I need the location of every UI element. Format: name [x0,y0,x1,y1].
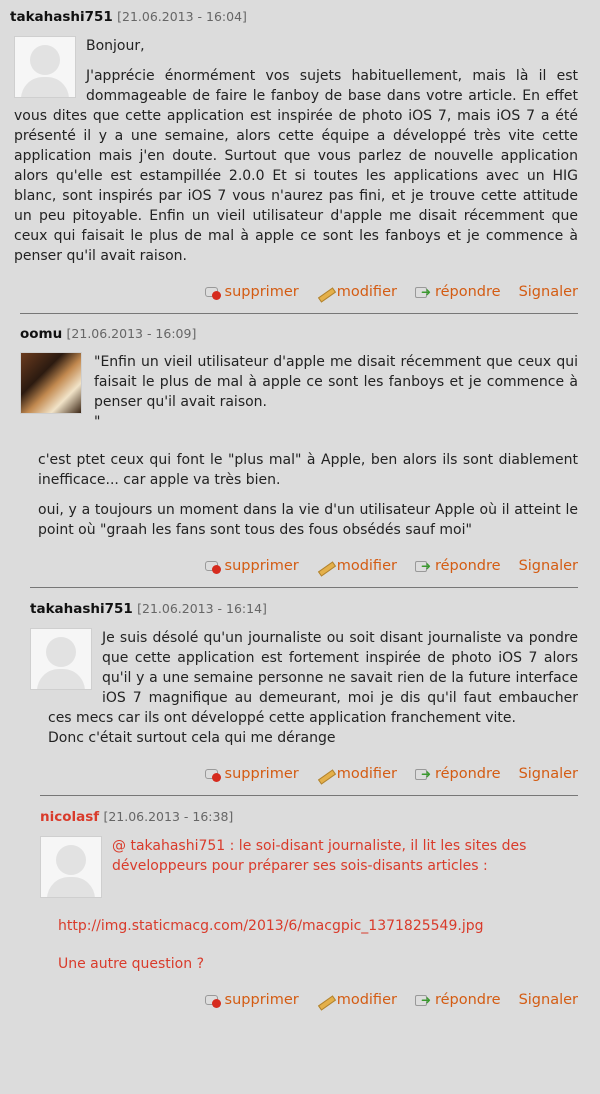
comment-body: Bonjour, J'apprécie énormément vos sujet… [10,36,578,266]
comment-paragraph: "Enfin un vieil utilisateur d'apple me d… [94,354,578,430]
comment-header: takahashi751 [21.06.2013 - 16:04] [10,8,578,26]
comment: oomu [21.06.2013 - 16:09] "Enfin un viei… [0,314,600,574]
reply-button[interactable]: répondre [414,558,501,574]
reply-arrow-icon [414,993,432,1008]
comment-header: takahashi751 [21.06.2013 - 16:14] [30,600,578,618]
edit-button[interactable]: modifier [317,558,397,574]
comment-header: oomu [21.06.2013 - 16:09] [20,325,578,343]
delete-icon [204,767,222,782]
comment-paragraph: oui, y a toujours un moment dans la vie … [38,502,578,538]
delete-icon [204,993,222,1008]
comment-author[interactable]: oomu [20,326,62,342]
delete-button[interactable]: supprimer [204,558,299,574]
reply-button[interactable]: répondre [414,284,501,300]
report-button[interactable]: Signaler [519,992,578,1008]
edit-button[interactable]: modifier [317,284,397,300]
comment: takahashi751 [21.06.2013 - 16:04] Bonjou… [0,0,600,300]
reply-arrow-icon [414,767,432,782]
pencil-icon [317,993,334,1008]
comment-link[interactable]: http://img.staticmacg.com/2013/6/macgpic… [40,916,578,936]
avatar [14,36,76,98]
delete-button[interactable]: supprimer [204,766,299,782]
avatar [30,628,92,690]
comment-paragraph: Une autre question ? [58,956,205,972]
reply-arrow-icon [414,559,432,574]
reply-button[interactable]: répondre [414,766,501,782]
edit-button[interactable]: modifier [317,766,397,782]
report-button[interactable]: Signaler [519,284,578,300]
comment-paragraph: @ takahashi751 : le soi-disant journalis… [112,838,527,874]
pencil-icon [317,767,334,782]
reply-button[interactable]: répondre [414,992,501,1008]
comment-date: [21.06.2013 - 16:38] [103,809,234,824]
comment-paragraph: Bonjour, [86,38,145,54]
comment-body: @ takahashi751 : le soi-disant journalis… [40,836,578,974]
delete-button[interactable]: supprimer [204,992,299,1008]
delete-icon [204,285,222,300]
comment-date: [21.06.2013 - 16:09] [66,326,197,341]
comment-body: Je suis désolé qu'un journaliste ou soit… [30,628,578,748]
edit-button[interactable]: modifier [317,992,397,1008]
avatar [40,836,102,898]
pencil-icon [317,285,334,300]
comment: nicolasf [21.06.2013 - 16:38] @ takahash… [0,796,600,1008]
avatar [20,352,82,414]
comment-header: nicolasf [21.06.2013 - 16:38] [40,808,578,826]
delete-button[interactable]: supprimer [204,284,299,300]
comment-paragraph: J'apprécie énormément vos sujets habitue… [14,68,578,264]
comment-actions: supprimer modifier répondre Signaler [10,284,578,300]
report-button[interactable]: Signaler [519,766,578,782]
pencil-icon [317,559,334,574]
comment-author[interactable]: takahashi751 [30,601,133,617]
comment-date: [21.06.2013 - 16:14] [137,601,267,616]
report-button[interactable]: Signaler [519,558,578,574]
comment-actions: supprimer modifier répondre Signaler [30,766,578,782]
comment-actions: supprimer modifier répondre Signaler [20,558,578,574]
comment-author[interactable]: nicolasf [40,809,99,825]
comment-actions: supprimer modifier répondre Signaler [40,992,578,1008]
comment-date: [21.06.2013 - 16:04] [117,9,247,24]
comment: takahashi751 [21.06.2013 - 16:14] Je sui… [0,588,600,782]
comment-paragraph: c'est ptet ceux qui font le "plus mal" à… [38,452,578,488]
comment-author[interactable]: takahashi751 [10,9,113,25]
delete-icon [204,559,222,574]
comment-body: "Enfin un vieil utilisateur d'apple me d… [20,352,578,540]
comment-paragraph: Je suis désolé qu'un journaliste ou soit… [48,630,578,746]
reply-arrow-icon [414,285,432,300]
